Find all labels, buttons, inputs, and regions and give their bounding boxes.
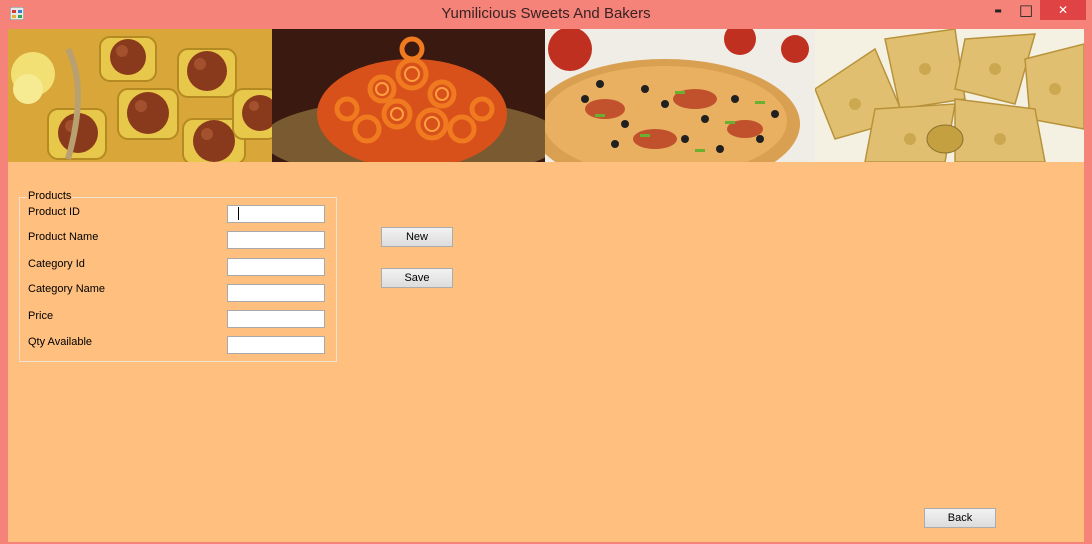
- save-button[interactable]: Save: [381, 268, 453, 288]
- price-input[interactable]: [227, 310, 325, 328]
- category-id-input[interactable]: [227, 258, 325, 276]
- product-name-input[interactable]: [227, 231, 325, 249]
- minimize-button[interactable]: ▬: [984, 0, 1012, 20]
- minimize-icon: ▬: [994, 5, 1002, 15]
- price-label: Price: [28, 310, 54, 322]
- category-name-input[interactable]: [227, 284, 325, 302]
- back-button[interactable]: Back: [924, 508, 996, 528]
- close-button[interactable]: ✕: [1040, 0, 1086, 20]
- title-bar[interactable]: Yumilicious Sweets And Bakers ▬ □ ✕: [0, 0, 1092, 29]
- gulab-jamun-image: [8, 29, 272, 162]
- samosa-image: [815, 29, 1084, 162]
- maximize-button[interactable]: □: [1012, 0, 1040, 20]
- app-window: Yumilicious Sweets And Bakers ▬ □ ✕ Prod…: [0, 0, 1092, 544]
- text-caret: [238, 207, 239, 220]
- form-client-area: Products Product ID Product Name Categor…: [8, 29, 1084, 542]
- new-button[interactable]: New: [381, 227, 453, 247]
- category-name-label: Category Name: [28, 283, 106, 295]
- products-group-label: Products: [27, 190, 73, 202]
- jalebi-image: [272, 29, 545, 162]
- product-id-input[interactable]: [227, 205, 325, 223]
- category-id-label: Category Id: [28, 258, 85, 270]
- qty-available-label: Qty Available: [28, 336, 93, 348]
- food-banner: [8, 29, 1084, 162]
- pizza-image: [545, 29, 815, 162]
- product-name-label: Product Name: [28, 231, 99, 243]
- window-title: Yumilicious Sweets And Bakers: [441, 5, 651, 22]
- maximize-icon: □: [1018, 0, 1034, 19]
- close-icon: ✕: [1057, 3, 1069, 17]
- product-id-label: Product ID: [28, 206, 80, 218]
- qty-available-input[interactable]: [227, 336, 325, 354]
